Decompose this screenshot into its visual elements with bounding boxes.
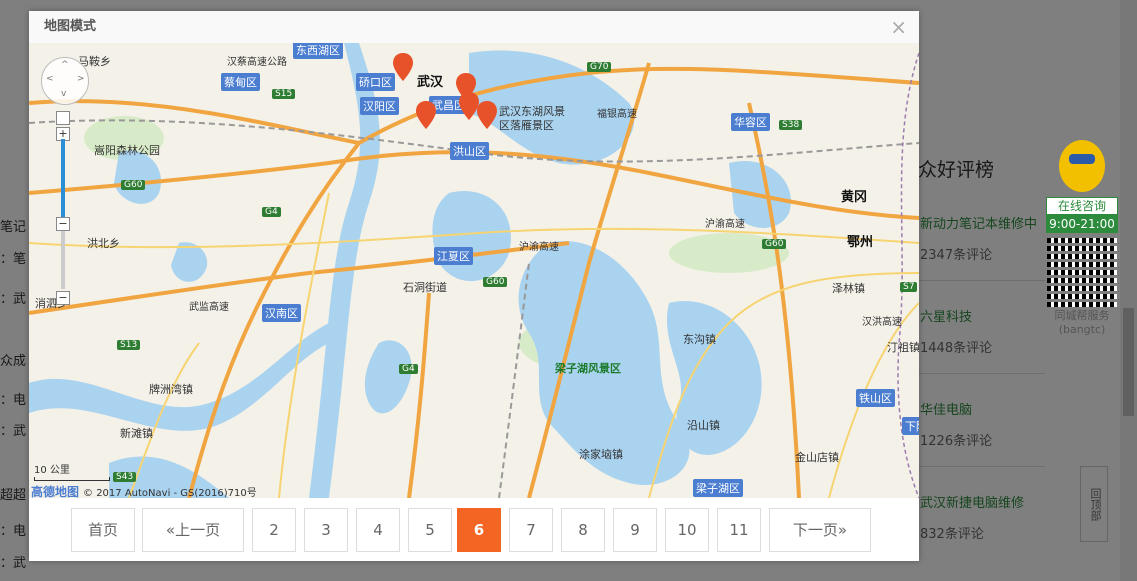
map-district-label: 华容区 <box>731 113 770 131</box>
road-shield: G60 <box>121 180 146 190</box>
prev-page-button[interactable]: «上一页 <box>142 508 244 552</box>
online-consult-label[interactable]: 在线咨询 <box>1046 197 1118 215</box>
location-pin-icon[interactable] <box>393 53 413 81</box>
map-district-label: 洪山区 <box>450 142 489 160</box>
road-shield: S43 <box>113 472 137 482</box>
first-page-button[interactable]: 首页 <box>71 508 135 552</box>
map-city-label: 黄冈 <box>841 190 868 205</box>
map-scale: 10 公里 <box>34 461 110 481</box>
road-shield: G60 <box>483 277 508 287</box>
pan-west-icon[interactable]: < <box>46 74 54 84</box>
map-district-label: 江夏区 <box>434 247 473 265</box>
map-city-label: 武汉 <box>417 75 444 90</box>
service-mascot-icon <box>1059 140 1105 192</box>
road-shield: G70 <box>587 62 612 72</box>
map-district-label: 东西湖区 <box>293 43 343 59</box>
zoom-slider-handle[interactable]: − <box>56 217 70 231</box>
page-button[interactable]: 11 <box>717 508 761 552</box>
scale-bar <box>34 477 110 481</box>
map-place-label: 新滩镇 <box>120 427 153 440</box>
next-page-button[interactable]: 下一页» <box>769 508 871 552</box>
road-shield: G4 <box>262 207 281 217</box>
map-place-label: 金山店镇 <box>795 451 839 464</box>
highway-name: 福银高速 <box>597 109 637 120</box>
pan-south-icon[interactable]: v <box>61 89 66 99</box>
map-district-label: 蔡甸区 <box>221 73 260 91</box>
close-icon[interactable]: × <box>890 17 907 37</box>
road-shield: S7 <box>900 282 918 292</box>
pan-north-icon[interactable]: ^ <box>61 60 69 70</box>
map-city-label: 鄂州 <box>847 235 874 250</box>
map-place-label: 洪北乡 <box>87 237 120 250</box>
zoom-location-icon[interactable] <box>56 111 70 125</box>
highway-name: 沪渝高速 <box>519 242 559 253</box>
qr-code-icon <box>1047 237 1117 307</box>
map-zoom-control[interactable]: + − − <box>56 111 70 311</box>
map-district-label: 汉阳区 <box>360 97 399 115</box>
map-district-label: 汉南区 <box>262 304 301 322</box>
highway-name: 汉蔡高速公路 <box>227 57 287 68</box>
map-pan-control[interactable]: ^ v < > <box>41 57 89 105</box>
highway-name: 汉洪高速 <box>862 317 902 328</box>
road-shield: S15 <box>272 89 296 99</box>
map-place-label: 汀祖镇 <box>887 341 919 354</box>
map-place-label: 牌洲湾镇 <box>149 383 193 396</box>
modal-title: 地图模式 <box>29 11 919 44</box>
map-scenic-label: 武汉东湖风景区落雁景区 <box>499 105 565 132</box>
road-shield: G4 <box>399 364 418 374</box>
pan-east-icon[interactable]: > <box>77 74 85 84</box>
map-copyright: © 2017 AutoNavi - GS(2016)710号 <box>83 488 257 498</box>
location-pin-icon[interactable] <box>477 101 497 129</box>
map-place-label: 东沟镇 <box>683 333 716 346</box>
page-button[interactable]: 9 <box>613 508 657 552</box>
service-name: 同城帮服务 <box>1054 309 1110 322</box>
road-shield: S13 <box>117 340 141 350</box>
page-button[interactable]: 7 <box>509 508 553 552</box>
page-button[interactable]: 2 <box>252 508 296 552</box>
amap-logo: 高德地图 <box>31 485 80 498</box>
current-page-button[interactable]: 6 <box>457 508 501 552</box>
map-place-label: 泽林镇 <box>832 282 865 295</box>
road-shield: G60 <box>762 239 787 249</box>
location-pin-icon[interactable] <box>416 101 436 129</box>
map-place-label: 涂家垴镇 <box>579 448 623 461</box>
zoom-out-button[interactable]: − <box>56 291 70 305</box>
page-button[interactable]: 8 <box>561 508 605 552</box>
map-view[interactable]: 马鞍乡 嵩阳森林公园 洪北乡 消泗乡 牌洲湾镇 新滩镇 武汉 石洞街道 东沟镇 … <box>29 43 919 498</box>
map-place-label: 沿山镇 <box>687 419 720 432</box>
highway-name: 武监高速 <box>189 302 229 313</box>
location-pin-icon[interactable] <box>459 92 479 120</box>
service-hours: 9:00-21:00 <box>1046 215 1118 233</box>
map-place-label: 石洞街道 <box>403 281 447 294</box>
page-button[interactable]: 5 <box>408 508 452 552</box>
map-attribution: 高德地图 © 2017 AutoNavi - GS(2016)710号 <box>31 483 257 498</box>
page-button[interactable]: 3 <box>304 508 348 552</box>
scale-label: 10 公里 <box>34 465 70 476</box>
map-place-label: 嵩阳森林公园 <box>94 144 160 157</box>
zoom-slider-fill <box>61 139 65 224</box>
map-district-label: 硚口区 <box>356 73 395 91</box>
highway-name: 沪渝高速 <box>705 219 745 230</box>
page-button[interactable]: 10 <box>665 508 709 552</box>
online-service-widget[interactable]: 在线咨询 9:00-21:00 同城帮服务 (bangtc) <box>1046 140 1118 336</box>
service-handle: (bangtc) <box>1058 323 1106 336</box>
map-district-label: 铁山区 <box>856 389 895 407</box>
map-district-label: 下陆 <box>902 417 919 435</box>
road-shield: S38 <box>779 120 803 130</box>
map-scenic-label: 梁子湖风景区 <box>555 362 621 375</box>
map-modal: 地图模式 × 马鞍乡 嵩阳森林公园 洪北乡 消泗乡 牌洲湾镇 新滩镇 武汉 石洞… <box>29 11 919 561</box>
page-button[interactable]: 4 <box>356 508 400 552</box>
map-district-label: 梁子湖区 <box>693 479 743 497</box>
